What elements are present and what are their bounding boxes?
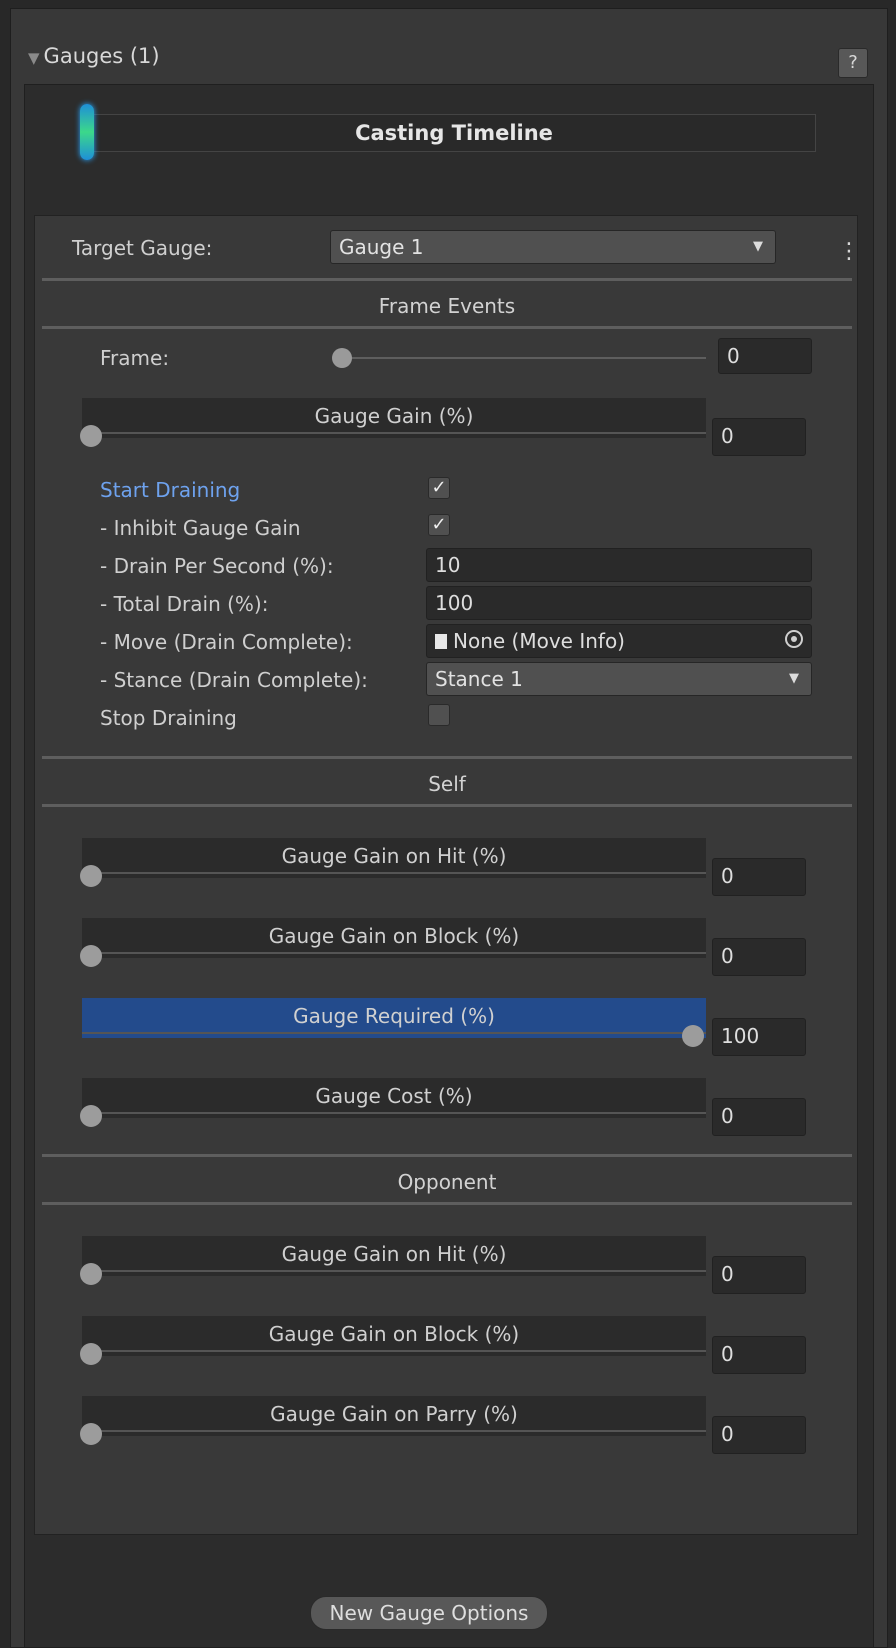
checkmark-icon: ✓ <box>431 514 447 535</box>
self-gauge-cost-value[interactable]: 0 <box>712 1098 806 1136</box>
self-title: Self <box>428 772 466 796</box>
target-gauge-value: Gauge 1 <box>339 235 424 259</box>
slider-track <box>82 1430 706 1432</box>
self-gauge-cost-label: Gauge Cost (%) <box>315 1084 473 1108</box>
kebab-menu-icon[interactable]: ⋮ <box>838 241 860 263</box>
stance-drain-complete-dropdown[interactable]: Stance 1 ▼ <box>426 662 812 696</box>
opponent-gain-on-hit-label: Gauge Gain on Hit (%) <box>281 1242 507 1266</box>
total-drain-label: - Total Drain (%): <box>100 592 269 616</box>
gauges-title: Gauges (1) <box>43 44 160 68</box>
move-drain-complete-value: None (Move Info) <box>453 629 625 653</box>
move-drain-complete-field[interactable]: None (Move Info) <box>426 624 812 658</box>
stop-draining-label: Stop Draining <box>100 706 237 730</box>
self-gauge-cost-thumb[interactable] <box>80 1105 102 1127</box>
inhibit-gauge-gain-checkbox[interactable]: ✓ <box>428 514 450 536</box>
self-gauge-cost-slider[interactable]: Gauge Cost (%) <box>82 1078 706 1118</box>
separator <box>42 756 852 759</box>
gauge-gain-value-field[interactable]: 0 <box>712 418 806 456</box>
self-gauge-required-label: Gauge Required (%) <box>293 1004 495 1028</box>
opponent-gain-on-hit-thumb[interactable] <box>80 1263 102 1285</box>
slider-track <box>82 432 706 434</box>
frame-label: Frame: <box>100 346 170 370</box>
opponent-gain-on-parry-thumb[interactable] <box>80 1423 102 1445</box>
self-gauge-required-thumb[interactable] <box>682 1025 704 1047</box>
separator <box>42 1202 852 1205</box>
target-gauge-label: Target Gauge: <box>72 236 213 260</box>
self-gain-on-hit-slider[interactable]: Gauge Gain on Hit (%) <box>82 838 706 878</box>
opponent-gain-on-block-label: Gauge Gain on Block (%) <box>268 1322 520 1346</box>
separator <box>42 326 852 329</box>
self-gain-on-block-thumb[interactable] <box>80 945 102 967</box>
self-gauge-required-value[interactable]: 100 <box>712 1018 806 1056</box>
slider-track <box>82 1112 706 1114</box>
self-gain-on-hit-label: Gauge Gain on Hit (%) <box>281 844 507 868</box>
move-drain-complete-label: - Move (Drain Complete): <box>100 630 353 654</box>
drain-per-second-field[interactable]: 10 <box>426 548 812 582</box>
object-picker-icon[interactable] <box>785 630 803 648</box>
slider-track <box>82 1270 706 1272</box>
frame-slider-thumb[interactable] <box>332 348 352 368</box>
new-gauge-options-button[interactable]: New Gauge Options <box>310 1596 548 1630</box>
self-gauge-required-slider[interactable]: Gauge Required (%) <box>82 998 706 1038</box>
gauge-gain-slider[interactable]: Gauge Gain (%) <box>82 398 706 438</box>
gauge-gain-thumb[interactable] <box>80 425 102 447</box>
opponent-gain-on-parry-value[interactable]: 0 <box>712 1416 806 1454</box>
opponent-gain-on-parry-slider[interactable]: Gauge Gain on Parry (%) <box>82 1396 706 1436</box>
stance-drain-complete-label: - Stance (Drain Complete): <box>100 668 368 692</box>
casting-timeline-bar[interactable]: Casting Timeline <box>92 114 816 152</box>
gauge-gain-label: Gauge Gain (%) <box>314 404 474 428</box>
self-gain-on-hit-thumb[interactable] <box>80 865 102 887</box>
separator <box>42 278 852 281</box>
self-gain-on-block-value[interactable]: 0 <box>712 938 806 976</box>
opponent-gain-on-block-thumb[interactable] <box>80 1343 102 1365</box>
opponent-title: Opponent <box>397 1170 497 1194</box>
slider-track <box>82 952 706 954</box>
dropdown-arrow-icon: ▼ <box>789 671 799 686</box>
stance-value: Stance 1 <box>435 667 523 691</box>
start-draining-checkbox[interactable]: ✓ <box>428 477 450 499</box>
start-draining-label: Start Draining <box>100 478 241 502</box>
dropdown-arrow-icon: ▼ <box>753 239 763 254</box>
opponent-gain-on-parry-label: Gauge Gain on Parry (%) <box>270 1402 518 1426</box>
gauges-foldout-header[interactable]: ▼ Gauges (1) <box>28 44 160 68</box>
target-gauge-dropdown[interactable]: Gauge 1 ▼ <box>330 230 776 264</box>
opponent-gain-on-block-value[interactable]: 0 <box>712 1336 806 1374</box>
slider-track <box>82 1350 706 1352</box>
slider-track <box>82 872 706 874</box>
help-button[interactable]: ? <box>838 48 868 78</box>
foldout-triangle-icon[interactable]: ▼ <box>28 49 40 67</box>
slider-track <box>82 1032 706 1034</box>
self-gain-on-hit-value[interactable]: 0 <box>712 858 806 896</box>
timeline-handle-icon[interactable] <box>80 104 94 160</box>
checkmark-icon: ✓ <box>431 477 447 498</box>
separator <box>42 804 852 807</box>
self-gain-on-block-label: Gauge Gain on Block (%) <box>268 924 520 948</box>
frame-events-title: Frame Events <box>378 294 516 318</box>
self-gain-on-block-slider[interactable]: Gauge Gain on Block (%) <box>82 918 706 958</box>
total-drain-field[interactable]: 100 <box>426 586 812 620</box>
separator <box>42 1154 852 1157</box>
document-icon <box>435 634 447 649</box>
opponent-gain-on-hit-value[interactable]: 0 <box>712 1256 806 1294</box>
frame-value-field[interactable]: 0 <box>718 338 812 374</box>
stop-draining-checkbox[interactable] <box>428 704 450 726</box>
drain-per-second-label: - Drain Per Second (%): <box>100 554 334 578</box>
opponent-gain-on-block-slider[interactable]: Gauge Gain on Block (%) <box>82 1316 706 1356</box>
frame-slider-track[interactable] <box>340 357 706 359</box>
inhibit-gauge-gain-label: - Inhibit Gauge Gain <box>100 516 301 540</box>
opponent-gain-on-hit-slider[interactable]: Gauge Gain on Hit (%) <box>82 1236 706 1276</box>
